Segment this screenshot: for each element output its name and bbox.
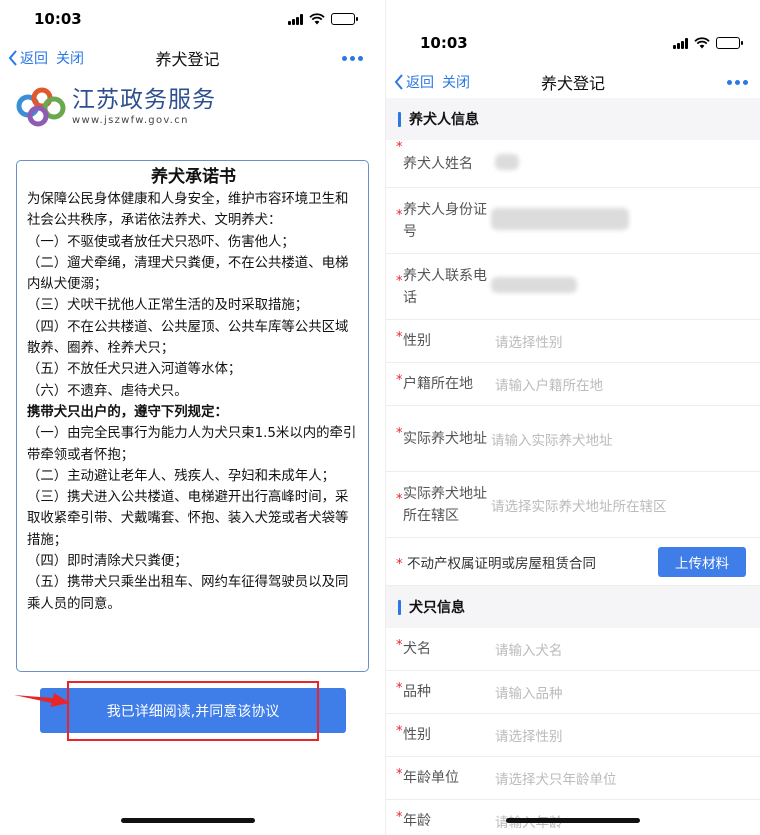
property-proof-label: * 不动产权属证明或房屋租赁合同 [396, 555, 597, 572]
back-label: 返回 [406, 75, 434, 91]
agreement-paragraph: （三）犬吠干扰他人正常生活的及时采取措施； [27, 298, 309, 314]
field-dog-gender[interactable]: * 性别 请选择性别 [386, 714, 760, 757]
field-label: 养犬人联系电话 [403, 267, 487, 306]
dog-address-input[interactable]: 请输入实际养犬地址 [491, 429, 746, 449]
field-dog-district[interactable]: * 实际养犬地址所在辖区 请选择实际养犬地址所在辖区 [386, 472, 760, 538]
field-label: 实际养犬地址 [403, 430, 487, 447]
field-label: 性别 [403, 333, 431, 349]
signal-icon [288, 13, 303, 25]
owner-id-input[interactable] [491, 207, 746, 234]
household-register-input[interactable]: 请输入户籍所在地 [495, 374, 746, 394]
field-label: 年龄 [403, 813, 431, 829]
section-header-owner: 养犬人信息 [386, 98, 760, 140]
status-icons [673, 37, 743, 49]
field-owner-id[interactable]: * 养犬人身份证号 [386, 188, 760, 254]
field-label: 养犬人身份证号 [403, 201, 487, 240]
status-bar: 10:03 [386, 28, 760, 58]
field-label: 实际养犬地址所在辖区 [403, 485, 487, 524]
jszwfw-logo-icon [16, 87, 66, 127]
status-bar: 10:03 [0, 4, 375, 34]
dog-district-select[interactable]: 请选择实际养犬地址所在辖区 [491, 495, 746, 515]
agreement-paragraph: （四）即时清除犬只粪便； [27, 554, 188, 570]
field-dog-address[interactable]: * 实际养犬地址 请输入实际养犬地址 [386, 406, 760, 472]
registration-form: 养犬人信息 * 养犬人姓名 * 养犬人身份证号 * 养犬人联系电话 * 性别 请… [386, 98, 760, 835]
status-time: 10:03 [34, 10, 82, 28]
agreement-title: 养犬承诺书 [151, 167, 236, 187]
agree-button[interactable]: 我已详细阅读,并同意该协议 [40, 688, 346, 733]
owner-gender-select[interactable]: 请选择性别 [495, 331, 746, 351]
field-label: 品种 [403, 684, 431, 700]
dog-age-unit-select[interactable]: 请选择犬只年龄单位 [495, 768, 746, 788]
agreement-paragraph: 为保障公民身体健康和人身安全，维护市容环境卫生和社会公共秩序，承诺依法养犬、文明… [27, 192, 349, 229]
wifi-icon [694, 37, 710, 49]
close-button[interactable]: 关闭 [56, 48, 84, 68]
upload-button[interactable]: 上传材料 [658, 546, 746, 577]
back-button[interactable]: 返回 [8, 48, 48, 68]
home-indicator [120, 818, 255, 823]
more-dots-icon[interactable] [342, 55, 363, 61]
owner-phone-input[interactable] [491, 276, 746, 297]
agreement-paragraph: （五）携带犬只乘坐出租车、网约车征得驾驶员以及同乘人员的同意。 [27, 575, 349, 612]
section-header-dog: 犬只信息 [386, 586, 760, 628]
close-button[interactable]: 关闭 [442, 72, 470, 92]
back-label: 返回 [20, 51, 48, 67]
agreement-paragraph: （三）携犬进入公共楼道、电梯避开出行高峰时间，采取收紧牵引带、犬戴嘴套、怀抱、装… [27, 490, 349, 548]
right-phone-screen: 10:03 返回 关闭 养犬登记 养犬人信息 * 养犬人姓名 * 养犬人身份证号 [385, 0, 760, 835]
dog-breed-input[interactable]: 请输入品种 [495, 682, 746, 702]
field-household-register[interactable]: * 户籍所在地 请输入户籍所在地 [386, 363, 760, 406]
brand-name: 江苏政务服务 [72, 86, 216, 113]
agreement-paragraph: （二）遛犬牵绳，清理犬只粪便，不在公共楼道、电梯内纵犬便溺； [27, 255, 349, 293]
field-dog-name[interactable]: * 犬名 请输入犬名 [386, 628, 760, 671]
field-label: 养犬人姓名 [403, 155, 473, 172]
battery-icon [331, 13, 358, 25]
more-dots-icon[interactable] [727, 79, 748, 85]
status-icons [288, 13, 358, 25]
dog-gender-select[interactable]: 请选择性别 [495, 725, 746, 745]
section-title: 养犬人信息 [409, 112, 479, 128]
field-owner-phone[interactable]: * 养犬人联系电话 [386, 254, 760, 320]
agreement-paragraph: （一）不驱使或者放任犬只恐吓、伤害他人； [27, 234, 295, 250]
agreement-box[interactable]: 养犬承诺书 为保障公民身体健康和人身安全，维护市容环境卫生和社会公共秩序，承诺依… [16, 160, 369, 672]
agreement-paragraph: （二）主动避让老年人、残疾人、孕妇和未成年人； [27, 468, 335, 484]
owner-name-input[interactable] [495, 153, 746, 174]
field-label: 犬名 [403, 641, 431, 657]
home-indicator [506, 818, 640, 823]
agreement-subheading: 携带犬只出户的，遵守下列规定： [27, 404, 228, 420]
agreement-paragraph: （一）由完全民事行为能力人为犬只束1.5米以内的牵引带牵领或者怀抱； [27, 426, 357, 463]
brand-header: 江苏政务服务 www.jszwfw.gov.cn [14, 84, 216, 128]
nav-bar: 返回 关闭 养犬登记 [386, 64, 760, 100]
field-label: 户籍所在地 [403, 376, 473, 392]
red-arrow-icon [14, 693, 70, 707]
brand-url: www.jszwfw.gov.cn [72, 114, 189, 126]
field-owner-gender[interactable]: * 性别 请选择性别 [386, 320, 760, 363]
nav-bar: 返回 关闭 养犬登记 [0, 40, 375, 76]
signal-icon [673, 37, 688, 49]
field-label: 性别 [403, 727, 431, 743]
agreement-paragraph: （五）不放任犬只进入河道等水体； [27, 362, 242, 378]
property-proof-row: * 不动产权属证明或房屋租赁合同 上传材料 [386, 538, 760, 586]
field-owner-name[interactable]: * 养犬人姓名 [386, 140, 760, 188]
back-chevron-icon [394, 74, 403, 90]
back-chevron-icon [8, 50, 17, 66]
field-dog-breed[interactable]: * 品种 请输入品种 [386, 671, 760, 714]
agreement-paragraph: （六）不遗弃、虐待犬只。 [27, 383, 188, 399]
agreement-paragraph: （四）不在公共楼道、公共屋顶、公共车库等公共区域散养、圈养、栓养犬只； [27, 319, 349, 357]
status-time: 10:03 [420, 34, 468, 52]
left-phone-screen: 10:03 返回 关闭 养犬登记 江苏政务服务 www.jszwfw.gov.c… [0, 0, 375, 835]
field-dog-age-unit[interactable]: * 年龄单位 请选择犬只年龄单位 [386, 757, 760, 800]
battery-icon [716, 37, 743, 49]
back-button[interactable]: 返回 [394, 72, 434, 92]
wifi-icon [309, 13, 325, 25]
section-title: 犬只信息 [409, 600, 465, 616]
dog-name-input[interactable]: 请输入犬名 [495, 639, 746, 659]
field-label: 年龄单位 [403, 770, 459, 786]
